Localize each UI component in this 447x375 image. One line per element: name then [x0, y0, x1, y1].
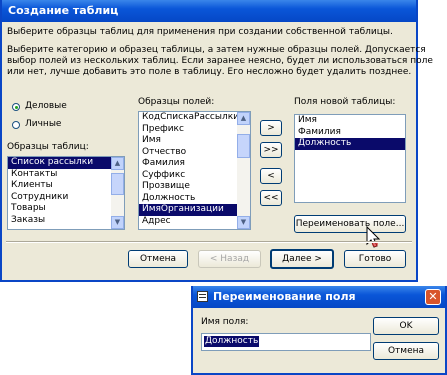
- list-item[interactable]: Список рассылки: [8, 157, 124, 169]
- scroll-down-icon[interactable]: ▼: [111, 216, 124, 229]
- list-item[interactable]: Имя: [295, 115, 405, 127]
- ok-button[interactable]: OK: [373, 317, 439, 335]
- list-item[interactable]: Должность: [295, 138, 405, 150]
- list-item[interactable]: КодСпискаРассылки: [139, 112, 250, 124]
- list-item[interactable]: Имя: [139, 135, 250, 147]
- rename-field-dialog: Переименование поля ✕ Имя поля: Должност…: [191, 286, 447, 375]
- rename-cancel-button[interactable]: Отмена: [373, 342, 439, 360]
- list-item[interactable]: Фамилия: [139, 158, 250, 170]
- scroll-down-icon[interactable]: ▼: [237, 216, 250, 229]
- add-field-button[interactable]: >: [260, 120, 282, 136]
- list-item[interactable]: ИмяОрганизации: [139, 204, 250, 216]
- table-icon: [197, 291, 208, 302]
- wizard-instructions-line-3: или нет, лучше добавить это поле в табли…: [7, 67, 412, 77]
- wizard-title-bar[interactable]: Создание таблиц: [2, 0, 416, 22]
- rename-field-button[interactable]: Переименовать поле...: [294, 215, 406, 233]
- wizard-instructions-line-1: Выберите категорию и образец таблицы, а …: [7, 45, 426, 55]
- footer-divider: [6, 241, 412, 243]
- sample-fields-label: Образцы полей:: [138, 97, 215, 107]
- next-button[interactable]: Далее >: [270, 249, 334, 269]
- close-icon[interactable]: ✕: [425, 289, 441, 305]
- field-name-value: Должность: [204, 336, 260, 347]
- cancel-button[interactable]: Отмена: [128, 250, 188, 268]
- list-item[interactable]: Префикс: [139, 124, 250, 136]
- scroll-up-icon[interactable]: ▲: [111, 157, 124, 170]
- list-item[interactable]: Отчество: [139, 147, 250, 159]
- add-all-fields-button[interactable]: >>: [260, 142, 282, 158]
- sample-tables-label: Образцы таблиц:: [7, 142, 89, 152]
- scroll-thumb[interactable]: [237, 134, 250, 158]
- list-item[interactable]: Суффикс: [139, 170, 250, 182]
- field-name-input[interactable]: Должность: [201, 333, 371, 351]
- sample-tables-scrollbar[interactable]: ▲ ▼: [111, 157, 124, 229]
- sample-tables-list[interactable]: Список рассылки Контакты Клиенты Сотрудн…: [7, 156, 125, 230]
- remove-all-fields-button[interactable]: <<: [260, 190, 282, 206]
- radio-business[interactable]: Деловые: [12, 101, 67, 111]
- scroll-thumb[interactable]: [111, 173, 124, 195]
- radio-personal[interactable]: Личные: [12, 119, 61, 129]
- wizard-instructions-line-2: выбор полей из нескольких таблиц. Если з…: [7, 56, 433, 66]
- rename-dialog-title: Переименование поля: [213, 290, 356, 303]
- wizard-title: Создание таблиц: [8, 4, 119, 17]
- list-item[interactable]: Прозвище: [139, 181, 250, 193]
- remove-field-button[interactable]: <: [260, 168, 282, 184]
- list-item[interactable]: Фамилия: [295, 127, 405, 139]
- list-item[interactable]: Заказы: [8, 215, 124, 227]
- list-item[interactable]: Товары: [8, 203, 124, 215]
- list-item[interactable]: Клиенты: [8, 180, 124, 192]
- new-table-fields-label: Поля новой таблицы:: [294, 97, 396, 107]
- radio-business-indicator[interactable]: [12, 103, 20, 111]
- back-button[interactable]: < Назад: [198, 250, 261, 268]
- finish-button[interactable]: Готово: [344, 250, 406, 268]
- field-name-label: Имя поля:: [201, 317, 249, 327]
- mouse-pointer-icon: [366, 226, 381, 248]
- sample-fields-scrollbar[interactable]: ▲ ▼: [237, 112, 250, 229]
- list-item[interactable]: Адрес: [139, 216, 250, 228]
- radio-personal-indicator[interactable]: [12, 121, 20, 129]
- scroll-up-icon[interactable]: ▲: [237, 112, 250, 125]
- radio-business-label: Деловые: [25, 101, 67, 111]
- list-item[interactable]: Контакты: [8, 169, 124, 181]
- wizard-description: Выберите образцы таблиц для применения п…: [7, 27, 393, 37]
- list-item[interactable]: Сотрудники: [8, 192, 124, 204]
- table-wizard-window: Создание таблиц Выберите образцы таблиц …: [0, 0, 433, 282]
- sample-fields-list[interactable]: КодСпискаРассылки Префикс Имя Отчество Ф…: [138, 111, 251, 230]
- rename-dialog-title-bar[interactable]: Переименование поля ✕: [193, 286, 445, 308]
- new-table-fields-list[interactable]: Имя Фамилия Должность: [294, 114, 406, 203]
- list-item[interactable]: Должность: [139, 193, 250, 205]
